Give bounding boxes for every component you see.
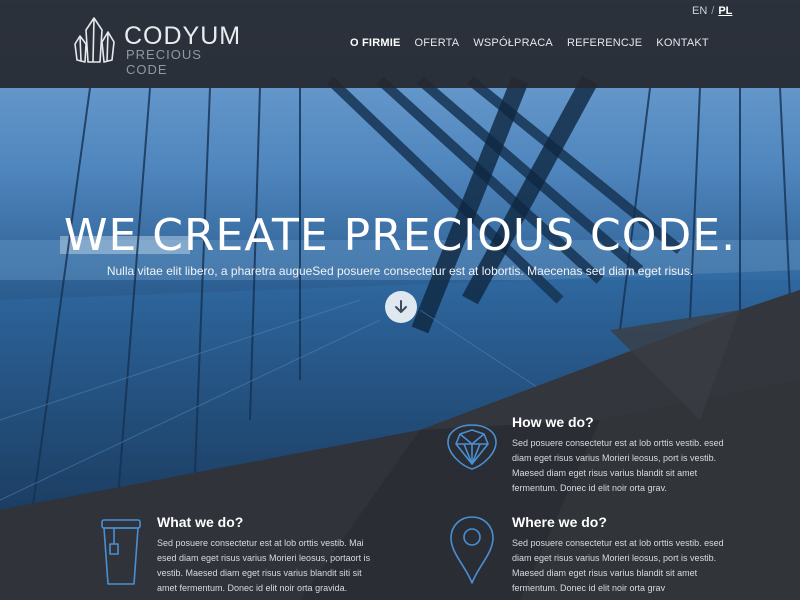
main-nav: O FIRMIE OFERTA WSPÓŁPRACA REFERENCJE KO… bbox=[350, 37, 709, 49]
logo-subtitle: PRECIOUS CODE bbox=[126, 47, 202, 77]
nav-item-referencje[interactable]: REFERENCJE bbox=[567, 37, 642, 49]
hero-headline: WE CREATE PRECIOUS CODE. bbox=[63, 210, 737, 261]
coffee-cup-icon bbox=[101, 519, 141, 585]
crystal-logo-icon bbox=[74, 17, 115, 63]
feature-what-title: What we do? bbox=[157, 514, 244, 530]
feature-how: How we do? Sed posuere consectetur est a… bbox=[512, 414, 727, 496]
nav-item-o-firmie[interactable]: O FIRMIE bbox=[350, 37, 401, 49]
feature-how-text: Sed posuere consectetur est at lob ortti… bbox=[512, 438, 724, 493]
lang-en-link[interactable]: EN bbox=[692, 5, 707, 17]
nav-item-oferta[interactable]: OFERTA bbox=[415, 37, 460, 49]
language-switcher: EN / PL bbox=[692, 5, 732, 17]
feature-what-text: Sed posuere consectetur est at lob ortti… bbox=[157, 538, 371, 593]
map-pin-icon bbox=[450, 516, 494, 584]
nav-item-kontakt[interactable]: KONTAKT bbox=[656, 37, 709, 49]
site-header: CODYUM PRECIOUS CODE EN / PL O FIRMIE OFER… bbox=[0, 0, 800, 88]
hero-subline: Nulla vitae elit libero, a pharetra augu… bbox=[106, 264, 694, 278]
feature-how-title: How we do? bbox=[512, 414, 594, 430]
logo[interactable]: CODYUM PRECIOUS CODE bbox=[72, 12, 242, 77]
feature-where-text: Sed posuere consectetur est at lob ortti… bbox=[512, 538, 724, 593]
scroll-down-button[interactable] bbox=[385, 291, 417, 323]
diamond-icon bbox=[447, 424, 497, 470]
feature-where: Where we do? Sed posuere consectetur est… bbox=[512, 514, 727, 596]
lang-separator: / bbox=[711, 5, 715, 17]
arrow-down-icon bbox=[395, 300, 407, 313]
lang-pl-link[interactable]: PL bbox=[718, 5, 732, 17]
nav-item-wspolpraca[interactable]: WSPÓŁPRACA bbox=[473, 37, 553, 49]
feature-where-title: Where we do? bbox=[512, 514, 607, 530]
feature-what: What we do? Sed posuere consectetur est … bbox=[157, 514, 372, 596]
